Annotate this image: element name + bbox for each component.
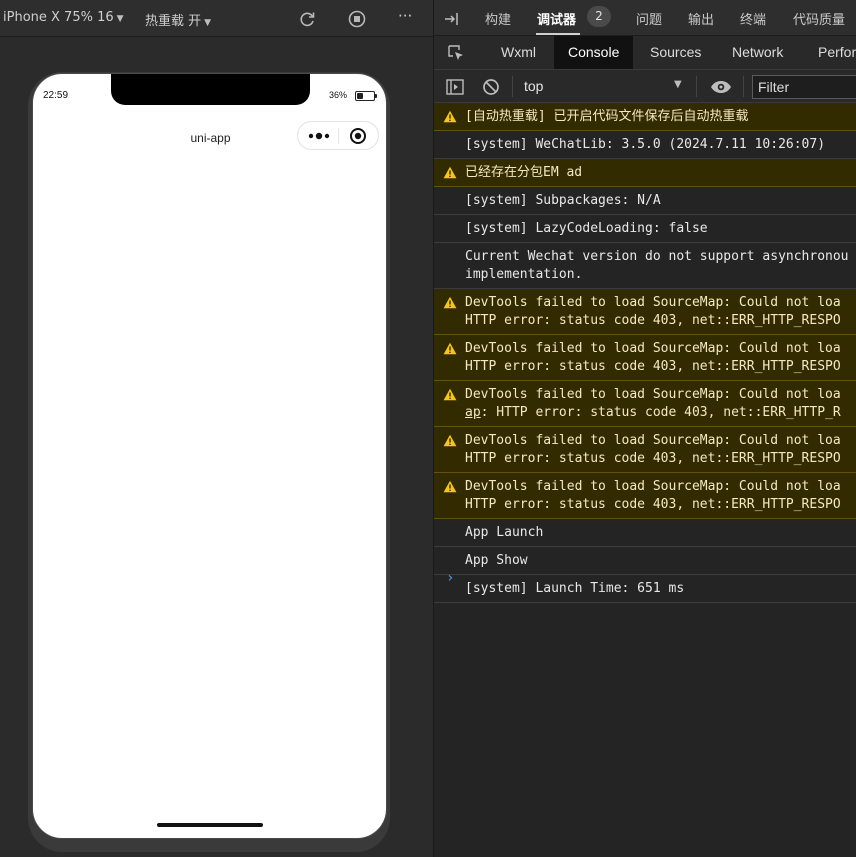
simulator-toolbar: iPhone X 75% 16 ▼ 热重载 开 ▼ ···: [0, 0, 433, 37]
console-message-line: DevTools failed to load SourceMap: Could…: [465, 479, 841, 494]
chevron-down-icon: ▼: [116, 14, 124, 24]
chevron-down-icon[interactable]: ▼: [674, 79, 682, 90]
tab-code-quality[interactable]: 代码质量: [793, 9, 845, 28]
capsule-more-icon[interactable]: [308, 129, 330, 143]
warning-icon: [443, 296, 457, 309]
phone-screen[interactable]: 22:59 36% uni-app: [32, 73, 387, 839]
context-select[interactable]: top: [524, 78, 543, 94]
warning-icon: [443, 342, 457, 355]
refresh-icon[interactable]: [297, 9, 317, 29]
console-toolbar: top ▼: [434, 70, 856, 103]
more-icon[interactable]: ···: [398, 7, 412, 25]
tab-problems[interactable]: 问题: [636, 9, 662, 28]
console-message-line: HTTP error: status code 403, net::ERR_HT…: [465, 359, 841, 374]
tab-build[interactable]: 构建: [485, 9, 511, 28]
devtools-pane: 构建 调试器 2 问题 输出 终端 代码质量 Wxml Console Sour…: [434, 0, 856, 857]
console-message-line: [system] Launch Time: 651 ms: [465, 581, 685, 596]
console-message-line: DevTools failed to load SourceMap: Could…: [465, 387, 841, 402]
home-indicator: [157, 823, 263, 827]
device-select[interactable]: iPhone X 75% 16 ▼: [3, 10, 124, 25]
console-log-row[interactable]: App Launch: [434, 519, 856, 547]
console-message-line: 已经存在分包EM ad: [465, 165, 583, 180]
battery-level: [357, 93, 363, 99]
battery-icon: [355, 91, 377, 101]
console-message-line: [system] WeChatLib: 3.5.0 (2024.7.11 10:…: [465, 137, 826, 152]
console-message-line: [自动热重载] 已开启代码文件保存后自动热重载: [465, 109, 749, 124]
console-log-row[interactable]: Current Wechat version do not support as…: [434, 243, 856, 289]
status-bar-time: 22:59: [43, 90, 69, 101]
console-message-line: implementation.: [465, 267, 583, 282]
warning-icon: [443, 388, 457, 401]
source-link[interactable]: ap: [465, 405, 481, 420]
console-message-rest: : HTTP error: status code 403, net::ERR_…: [480, 405, 841, 420]
console-prompt[interactable]: ›: [446, 570, 454, 586]
active-tab-indicator: [536, 33, 580, 35]
tab-sources[interactable]: Sources: [636, 36, 715, 69]
console-message-line: DevTools failed to load SourceMap: Could…: [465, 295, 841, 310]
tab-network[interactable]: Network: [719, 36, 796, 69]
mini-program-capsule: [297, 121, 379, 150]
console-message-line: HTTP error: status code 403, net::ERR_HT…: [465, 313, 841, 328]
tab-output[interactable]: 输出: [688, 9, 714, 28]
tab-debugger[interactable]: 调试器: [537, 9, 576, 28]
tab-terminal[interactable]: 终端: [740, 9, 766, 28]
panel-tabs: Wxml Console Sources Network Perfor: [434, 36, 856, 70]
tab-performance[interactable]: Perfor: [804, 36, 856, 69]
hot-reload-toggle[interactable]: 热重载 开 ▼: [145, 10, 211, 29]
console-log-row[interactable]: [system] Launch Time: 651 ms: [434, 575, 856, 603]
console-log-row[interactable]: [system] WeChatLib: 3.5.0 (2024.7.11 10:…: [434, 131, 856, 159]
console-message-line: Current Wechat version do not support as…: [465, 249, 849, 264]
chevron-down-icon: ▼: [204, 18, 212, 28]
console-message-line: App Show: [465, 553, 528, 568]
console-warning-row[interactable]: DevTools failed to load SourceMap: Could…: [434, 335, 856, 381]
console-warning-row[interactable]: DevTools failed to load SourceMap: Could…: [434, 473, 856, 519]
console-log-row[interactable]: App Show: [434, 547, 856, 575]
console-message-line: DevTools failed to load SourceMap: Could…: [465, 341, 841, 356]
toolbar-separator: [512, 76, 513, 97]
device-select-label: iPhone X 75% 16: [3, 10, 114, 25]
console-log[interactable]: [自动热重载] 已开启代码文件保存后自动热重载 [system] WeChatLi…: [434, 103, 856, 603]
warning-icon: [443, 166, 457, 179]
clear-console-icon[interactable]: [481, 77, 501, 97]
battery-percent: 36%: [329, 90, 348, 100]
sidebar-toggle-icon[interactable]: [445, 77, 465, 97]
toolbar-separator: [696, 76, 697, 97]
warning-icon: [443, 480, 457, 493]
console-warning-row[interactable]: 已经存在分包EM ad: [434, 159, 856, 187]
phone-notch: [111, 74, 310, 105]
hot-reload-label: 热重载 开: [145, 14, 202, 29]
devtools-top-tabs: 构建 调试器 2 问题 输出 终端 代码质量: [434, 0, 856, 36]
console-warning-row[interactable]: [自动热重载] 已开启代码文件保存后自动热重载: [434, 103, 856, 131]
console-warning-row[interactable]: DevTools failed to load SourceMap: Could…: [434, 427, 856, 473]
console-message-line: DevTools failed to load SourceMap: Could…: [465, 433, 841, 448]
console-log-row[interactable]: [system] Subpackages: N/A: [434, 187, 856, 215]
tab-console[interactable]: Console: [554, 36, 634, 69]
capsule-divider: [338, 128, 339, 144]
console-message-line: [system] LazyCodeLoading: false: [465, 221, 708, 236]
console-message-line: [system] Subpackages: N/A: [465, 193, 661, 208]
warning-icon: [443, 110, 457, 123]
console-message-line: HTTP error: status code 403, net::ERR_HT…: [465, 451, 841, 466]
console-log-row[interactable]: [system] LazyCodeLoading: false: [434, 215, 856, 243]
eye-icon[interactable]: [710, 77, 732, 97]
capsule-close-icon[interactable]: [349, 127, 367, 145]
console-message-line: HTTP error: status code 403, net::ERR_HT…: [465, 497, 841, 512]
debugger-badge: 2: [587, 6, 611, 27]
dock-toggle-icon[interactable]: [443, 10, 461, 28]
console-message-line: ap: HTTP error: status code 403, net::ER…: [465, 404, 856, 422]
tab-wxml[interactable]: Wxml: [486, 36, 551, 69]
console-warning-row[interactable]: DevTools failed to load SourceMap: Could…: [434, 289, 856, 335]
console-message-line: App Launch: [465, 525, 544, 540]
inspect-element-icon[interactable]: [447, 44, 465, 62]
simulator-pane: iPhone X 75% 16 ▼ 热重载 开 ▼ ··· 22:59 36% un…: [0, 0, 433, 857]
toolbar-separator: [743, 76, 744, 97]
filter-input[interactable]: [752, 75, 856, 99]
stop-icon[interactable]: [347, 9, 367, 29]
console-warning-row[interactable]: DevTools failed to load SourceMap: Could…: [434, 381, 856, 427]
warning-icon: [443, 434, 457, 447]
